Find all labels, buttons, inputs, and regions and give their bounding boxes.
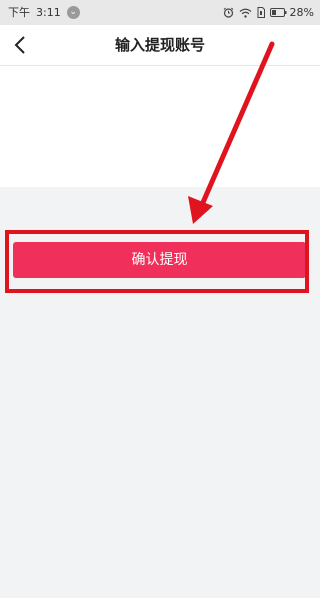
- annotation-arrow-head: [188, 196, 213, 224]
- alarm-icon: [223, 7, 234, 18]
- download-icon: ⌄: [66, 6, 80, 19]
- chevron-left-icon: [14, 36, 25, 54]
- app-screen: 下午 3:11 ⌄ 28% 输入提现账号 确认提现: [0, 0, 320, 598]
- status-left: 下午 3:11 ⌄: [8, 6, 80, 19]
- nav-bar: 输入提现账号: [0, 25, 320, 66]
- sim-icon: [257, 7, 265, 18]
- back-button[interactable]: [8, 33, 32, 57]
- annotation-highlight-box: [5, 230, 309, 293]
- battery-icon: [269, 8, 287, 17]
- wifi-icon: [239, 8, 252, 18]
- page-title: 输入提现账号: [114, 36, 205, 54]
- account-input-area[interactable]: [0, 66, 320, 187]
- status-right: 28%: [218, 6, 314, 19]
- status-bar: 下午 3:11 ⌄ 28%: [0, 0, 320, 25]
- battery-percent: 28%: [289, 6, 314, 19]
- status-period: 下午: [8, 6, 30, 19]
- status-time: 3:11: [36, 6, 61, 19]
